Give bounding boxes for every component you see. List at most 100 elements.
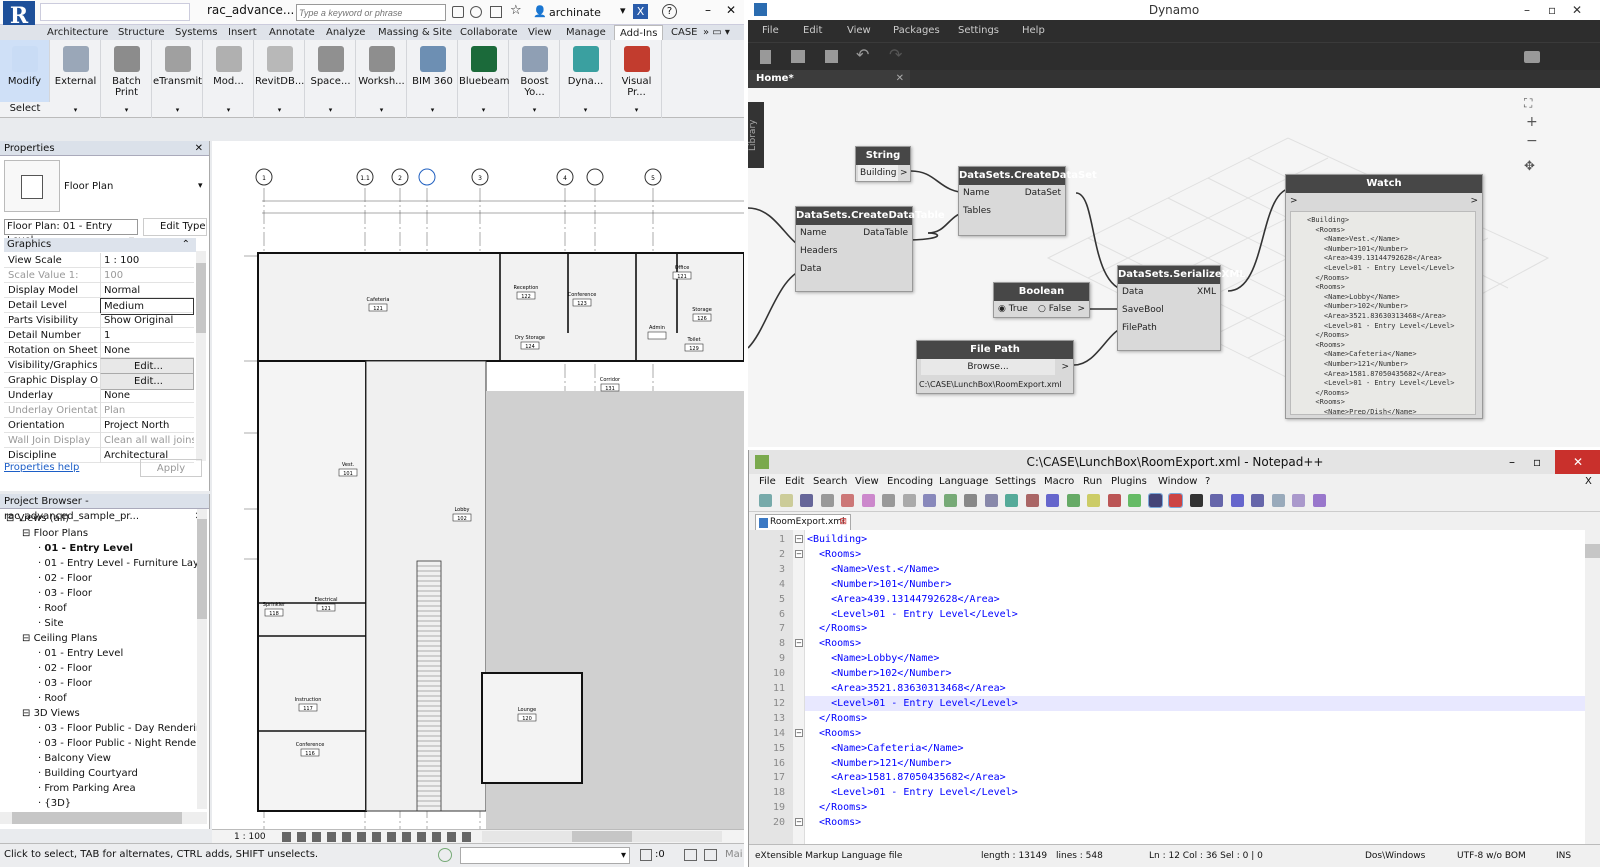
tab-insert[interactable]: Insert xyxy=(228,25,257,40)
dynamo-canvas[interactable]: Library ⛶ + − ✥ String Building > DataSe… xyxy=(748,88,1600,447)
browser-item[interactable]: · 01 - Entry Level xyxy=(38,541,133,556)
tab-structure[interactable]: Structure xyxy=(118,25,165,40)
property-row[interactable]: Detail Number 1 xyxy=(4,328,194,343)
chevron-down-icon[interactable]: ▾ xyxy=(204,106,253,114)
fold-toggle-icon[interactable]: − xyxy=(795,818,803,827)
input-port-data[interactable]: Data xyxy=(800,261,822,277)
code-line[interactable]: <Name>Cafeteria</Name> xyxy=(807,741,963,756)
property-row[interactable]: Parts Visibility Show Original xyxy=(4,313,194,328)
exchange-icon[interactable] xyxy=(490,6,502,18)
menu-search[interactable]: Search xyxy=(813,474,847,490)
chevron-down-icon[interactable]: ▾ xyxy=(612,106,661,114)
radio-false[interactable]: ○ False xyxy=(1038,301,1071,317)
worksets-icon[interactable] xyxy=(438,848,452,862)
browser-item[interactable]: · {3D} xyxy=(38,796,71,811)
minimize-button[interactable]: – xyxy=(1524,0,1530,20)
property-row[interactable]: Rotation on Sheet None xyxy=(4,343,194,358)
code-line[interactable]: <Name>Lobby</Name> xyxy=(807,651,939,666)
radio-true[interactable]: ◉ True xyxy=(998,301,1028,317)
menu-macro[interactable]: Macro xyxy=(1044,474,1074,490)
collapse-icon[interactable]: ⊟ xyxy=(22,708,34,719)
zoom-in-icon[interactable]: + xyxy=(1526,114,1538,130)
favorite-star-icon[interactable]: ☆ xyxy=(510,3,522,18)
fold-toggle-icon[interactable]: − xyxy=(795,639,803,648)
property-value[interactable]: None xyxy=(100,388,194,403)
toolbar-icon[interactable] xyxy=(841,494,854,507)
tab-add-ins[interactable]: Add-Ins xyxy=(614,25,664,40)
menu-file[interactable]: File xyxy=(759,474,776,490)
apply-button[interactable]: Apply xyxy=(140,459,202,477)
tab-annotate[interactable]: Annotate xyxy=(269,25,315,40)
chevron-down-icon[interactable]: ▾ xyxy=(153,106,202,114)
browse-button[interactable]: Browse... xyxy=(921,359,1055,375)
view-scale-label[interactable]: 1 : 100 xyxy=(234,830,266,844)
fold-toggle-icon[interactable]: − xyxy=(795,728,803,737)
ribbon-button-modify[interactable]: Modify xyxy=(0,40,50,102)
ribbon-button-mod[interactable]: Mod... ▾ xyxy=(204,40,254,118)
toolbar-icon[interactable] xyxy=(1025,494,1039,507)
menu-run[interactable]: Run xyxy=(1083,474,1102,490)
chevron-down-icon[interactable]: ▾ xyxy=(102,106,151,114)
code-line[interactable]: <Number>121</Number> xyxy=(807,756,951,771)
code-line[interactable]: <Level>01 - Entry Level</Level> xyxy=(807,785,1018,800)
code-line[interactable]: <Rooms> xyxy=(807,815,861,830)
property-value[interactable]: None xyxy=(100,343,194,358)
browser-scrollbar[interactable] xyxy=(197,509,207,809)
toolbar-icon[interactable] xyxy=(820,494,834,507)
output-port-xml[interactable]: XML xyxy=(1197,284,1216,300)
editable-only-icon[interactable] xyxy=(684,849,697,861)
code-line[interactable]: <Building> xyxy=(807,532,867,547)
property-row[interactable]: Display Model Normal xyxy=(4,283,194,298)
toolbar-icon[interactable] xyxy=(1147,493,1163,508)
chevron-down-icon[interactable]: ▾ xyxy=(51,106,100,114)
code-line[interactable]: <Rooms> xyxy=(807,636,861,651)
view-control-icons[interactable] xyxy=(282,832,472,842)
code-line[interactable]: <Level>01 - Entry Level</Level> xyxy=(807,696,1018,711)
browser-item[interactable]: ⊟ Floor Plans xyxy=(22,526,88,541)
input-port-name[interactable]: Name xyxy=(963,185,990,201)
toolbar-icon[interactable] xyxy=(759,494,772,507)
close-icon[interactable]: ✕ xyxy=(195,141,203,156)
ribbon-button-revitdb[interactable]: RevitDB... ▾ xyxy=(255,40,305,118)
browser-item[interactable]: · Building Courtyard xyxy=(38,766,138,781)
property-row[interactable]: Underlay None xyxy=(4,388,194,403)
ribbon-button-bluebeam[interactable]: Bluebeam ▾ xyxy=(459,40,510,118)
design-options-dropdown[interactable]: ▾ xyxy=(460,847,630,864)
toolbar-icon[interactable] xyxy=(1066,494,1080,507)
chevron-down-icon[interactable]: ▾ xyxy=(306,106,355,114)
toolbar-icon[interactable] xyxy=(1005,494,1018,507)
ribbon-button-bim-360[interactable]: BIM 360 ▾ xyxy=(408,40,458,118)
code-line[interactable]: </Rooms> xyxy=(807,800,867,815)
close-button[interactable]: ✕ xyxy=(726,3,736,17)
menu-help[interactable]: Help xyxy=(1022,20,1045,42)
property-value[interactable]: Show Original xyxy=(100,313,194,328)
code-line[interactable]: <Area>439.13144792628</Area> xyxy=(807,592,1000,607)
browser-item[interactable]: · 02 - Floor xyxy=(38,571,92,586)
zoom-fit-icon[interactable]: ⛶ xyxy=(1524,96,1532,111)
input-port-tables[interactable]: Tables xyxy=(963,203,991,219)
toolbar-icon[interactable] xyxy=(1251,494,1264,507)
browser-item[interactable]: · 02 - Floor xyxy=(38,661,92,676)
property-row[interactable]: Visibility/Graphics... Edit... xyxy=(4,358,194,375)
toolbar-icon[interactable] xyxy=(1312,494,1326,507)
toolbar-icon[interactable] xyxy=(1210,494,1223,507)
close-icon[interactable]: ✕ xyxy=(896,70,904,88)
toolbar-icon[interactable] xyxy=(1230,494,1244,507)
user-avatar-icon[interactable]: 👤 xyxy=(533,5,547,18)
browser-item[interactable]: · From Parking Area xyxy=(38,781,136,796)
menu-settings[interactable]: Settings xyxy=(958,20,999,42)
toolbar-icon[interactable] xyxy=(923,494,936,507)
ribbon-button-etransmit[interactable]: eTransmit ▾ xyxy=(153,40,203,118)
menu-view[interactable]: View xyxy=(847,20,871,42)
toolbar-icon[interactable] xyxy=(779,494,793,507)
properties-help-link[interactable]: Properties help xyxy=(4,462,79,473)
collapse-icon[interactable]: ⊟ xyxy=(22,633,34,644)
ribbon-button-external[interactable]: External ▾ xyxy=(51,40,101,118)
menu-view[interactable]: View xyxy=(855,474,879,490)
property-value[interactable]: Clean all wall joins xyxy=(100,433,194,448)
menu-language[interactable]: Language xyxy=(939,474,988,490)
ribbon-button-batch-print[interactable]: Batch Print ▾ xyxy=(102,40,152,118)
chevron-down-icon[interactable]: ▾ xyxy=(620,4,626,17)
toolbar-icon[interactable] xyxy=(1168,493,1183,508)
close-icon[interactable]: ⊠ xyxy=(839,515,847,530)
